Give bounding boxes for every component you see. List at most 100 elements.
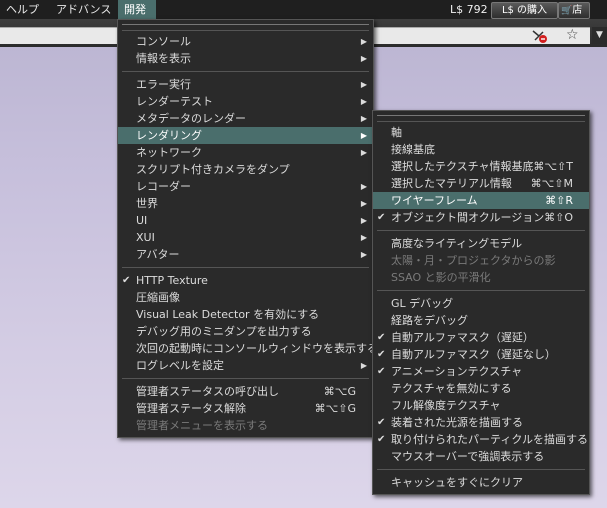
menu-item-11[interactable]: UI ▶ <box>118 212 373 229</box>
menu-help[interactable]: ヘルプ <box>0 0 45 19</box>
shortcut-label: ⌘⇧R <box>545 194 573 207</box>
menu-item-label: メタデータのレンダー <box>136 112 246 125</box>
submenu-arrow-icon: ▶ <box>360 182 367 191</box>
submenu-arrow-icon: ▶ <box>360 250 367 259</box>
menu-item-7[interactable]: 高度なライティングモデル <box>373 235 589 252</box>
menu-item-16[interactable]: 圧縮画像 <box>118 289 373 306</box>
submenu-arrow-icon: ▶ <box>360 114 367 123</box>
menu-item-22[interactable]: キャッシュをすぐにクリア <box>373 474 589 491</box>
menu-item-label: レンダリング <box>136 129 202 142</box>
menu-item-label: GL デバッグ <box>391 297 454 310</box>
menu-item-4[interactable]: ワイヤーフレーム ⌘⇧R <box>373 192 589 209</box>
menu-item-8[interactable]: スクリプト付きカメラをダンプ <box>118 161 373 178</box>
tear-off-handle[interactable] <box>377 115 585 122</box>
menu-item-12[interactable]: 経路をデバッグ <box>373 312 589 329</box>
menu-item-12[interactable]: XUI ▶ <box>118 229 373 246</box>
menu-item-0[interactable]: 軸 <box>373 124 589 141</box>
menu-item-label: アバター <box>136 248 180 261</box>
menu-item-6[interactable]: レンダリング ▶ <box>118 127 373 144</box>
menu-item-23[interactable]: 管理者ステータス解除 ⌘⌥⇧G <box>118 400 373 417</box>
menu-item-3[interactable]: エラー実行 ▶ <box>118 76 373 93</box>
no-script-icon[interactable] <box>530 28 548 44</box>
menu-item-13[interactable]: アバター ▶ <box>118 246 373 263</box>
menu-item-8: 太陽・月・プロジェクタからの影 <box>373 252 589 269</box>
checkmark-icon: ✔ <box>377 212 386 223</box>
menu-item-20[interactable]: ログレベルを設定 ▶ <box>118 357 373 374</box>
menu-item-4[interactable]: レンダーテスト ▶ <box>118 93 373 110</box>
menu-item-label: 軸 <box>391 126 402 139</box>
menu-item-7[interactable]: ネットワーク ▶ <box>118 144 373 161</box>
menu-item-label: 情報を表示 <box>136 52 191 65</box>
menu-item-label: 太陽・月・プロジェクタからの影 <box>391 254 556 267</box>
menu-item-20[interactable]: マウスオーバーで強調表示する <box>373 448 589 465</box>
checkmark-icon: ✔ <box>377 349 386 360</box>
cart-icon: 🛒 <box>561 6 573 16</box>
menu-item-label: レコーダー <box>136 180 191 193</box>
menu-item-22[interactable]: 管理者ステータスの呼び出し ⌘⌥G <box>118 383 373 400</box>
menu-item-24: 管理者メニューを表示する <box>118 417 373 434</box>
menu-item-label: 選択したテクスチャ情報基底 <box>391 160 534 173</box>
star-icon[interactable]: ☆ <box>566 27 579 43</box>
menu-item-5[interactable]: メタデータのレンダー ▶ <box>118 110 373 127</box>
shortcut-label: ⌘⇧O <box>544 211 573 224</box>
shortcut-label: ⌘⌥⇧M <box>530 177 573 190</box>
menu-item-label: Visual Leak Detector を有効にする <box>136 308 320 321</box>
menu-item-16[interactable]: テクスチャを無効にする <box>373 380 589 397</box>
checkmark-icon: ✔ <box>377 332 386 343</box>
menu-develop[interactable]: 開発 <box>118 0 156 19</box>
menu-item-label: XUI <box>136 231 155 244</box>
menu-item-15[interactable]: ✔ HTTP Texture <box>118 272 373 289</box>
rendering-submenu: 軸接線基底 選択したテクスチャ情報基底 ⌘⌥⇧T 選択したマテリアル情報 ⌘⌥⇧M ワイヤ… <box>372 110 590 495</box>
menu-item-3[interactable]: 選択したマテリアル情報 ⌘⌥⇧M <box>373 175 589 192</box>
menu-item-19[interactable]: ✔ 取り付けられたパーティクルを描画する <box>373 431 589 448</box>
menu-item-label: UI <box>136 214 148 227</box>
shop-button[interactable]: 🛒店 <box>558 2 590 19</box>
submenu-arrow-icon: ▶ <box>360 97 367 106</box>
menu-item-label: テクスチャを無効にする <box>391 382 512 395</box>
menu-item-2[interactable]: 選択したテクスチャ情報基底 ⌘⌥⇧T <box>373 158 589 175</box>
menu-item-label: 高度なライティングモデル <box>391 237 523 250</box>
menu-item-label: 圧縮画像 <box>136 291 180 304</box>
menu-item-10[interactable]: 世界 ▶ <box>118 195 373 212</box>
menu-item-11[interactable]: GL デバッグ <box>373 295 589 312</box>
menu-item-1[interactable]: 情報を表示 ▶ <box>118 50 373 67</box>
balance: L$ 792 <box>450 3 488 16</box>
menu-item-14[interactable]: ✔ 自動アルファマスク（遅延なし） <box>373 346 589 363</box>
menu-item-18[interactable]: デバッグ用のミニダンプを出力する <box>118 323 373 340</box>
menu-item-1[interactable]: 接線基底 <box>373 141 589 158</box>
submenu-arrow-icon: ▶ <box>360 148 367 157</box>
menu-item-label: 世界 <box>136 197 158 210</box>
menu-item-13[interactable]: ✔ 自動アルファマスク（遅延） <box>373 329 589 346</box>
menu-separator <box>377 290 585 291</box>
menu-item-18[interactable]: ✔ 装着された光源を描画する <box>373 414 589 431</box>
menu-item-label: キャッシュをすぐにクリア <box>391 476 523 489</box>
menu-item-0[interactable]: コンソール ▶ <box>118 33 373 50</box>
menu-item-label: デバッグ用のミニダンプを出力する <box>136 325 312 338</box>
menu-item-17[interactable]: フル解像度テクスチャ <box>373 397 589 414</box>
shortcut-label: ⌘⌥⇧T <box>533 160 573 173</box>
menu-separator <box>122 71 369 72</box>
menu-item-15[interactable]: ✔ アニメーションテクスチャ <box>373 363 589 380</box>
location-dropdown-button[interactable]: ▼ <box>592 27 607 44</box>
menu-item-17[interactable]: Visual Leak Detector を有効にする <box>118 306 373 323</box>
develop-menu: コンソール ▶ 情報を表示 ▶ エラー実行 ▶ レンダーテスト ▶ メタデータのレンダー ▶ レンダ… <box>117 19 378 438</box>
checkmark-icon: ✔ <box>377 366 386 377</box>
menu-item-label: ネットワーク <box>136 146 202 159</box>
buy-currency-button[interactable]: L$ の購入 <box>491 2 558 19</box>
menu-item-label: ログレベルを設定 <box>136 359 224 372</box>
submenu-arrow-icon: ▶ <box>360 233 367 242</box>
menu-item-19[interactable]: 次回の起動時にコンソールウィンドウを表示する <box>118 340 378 357</box>
menu-item-9[interactable]: レコーダー ▶ <box>118 178 373 195</box>
menu-item-label: 取り付けられたパーティクルを描画する <box>391 433 589 446</box>
menu-item-5[interactable]: ✔ オブジェクト間オクルージョン ⌘⇧O <box>373 209 589 226</box>
menu-item-label: 管理者メニューを表示する <box>136 419 268 432</box>
menu-advanced[interactable]: アドバンス <box>50 0 117 19</box>
tear-off-handle[interactable] <box>122 24 369 31</box>
menu-item-label: レンダーテスト <box>136 95 213 108</box>
menu-item-label: 管理者ステータスの呼び出し <box>136 385 279 398</box>
menu-item-label: 接線基底 <box>391 143 435 156</box>
menu-item-label: コンソール <box>136 35 191 48</box>
menu-separator <box>122 378 369 379</box>
menu-item-9: SSAO と影の平滑化 <box>373 269 589 286</box>
menu-separator <box>122 267 369 268</box>
